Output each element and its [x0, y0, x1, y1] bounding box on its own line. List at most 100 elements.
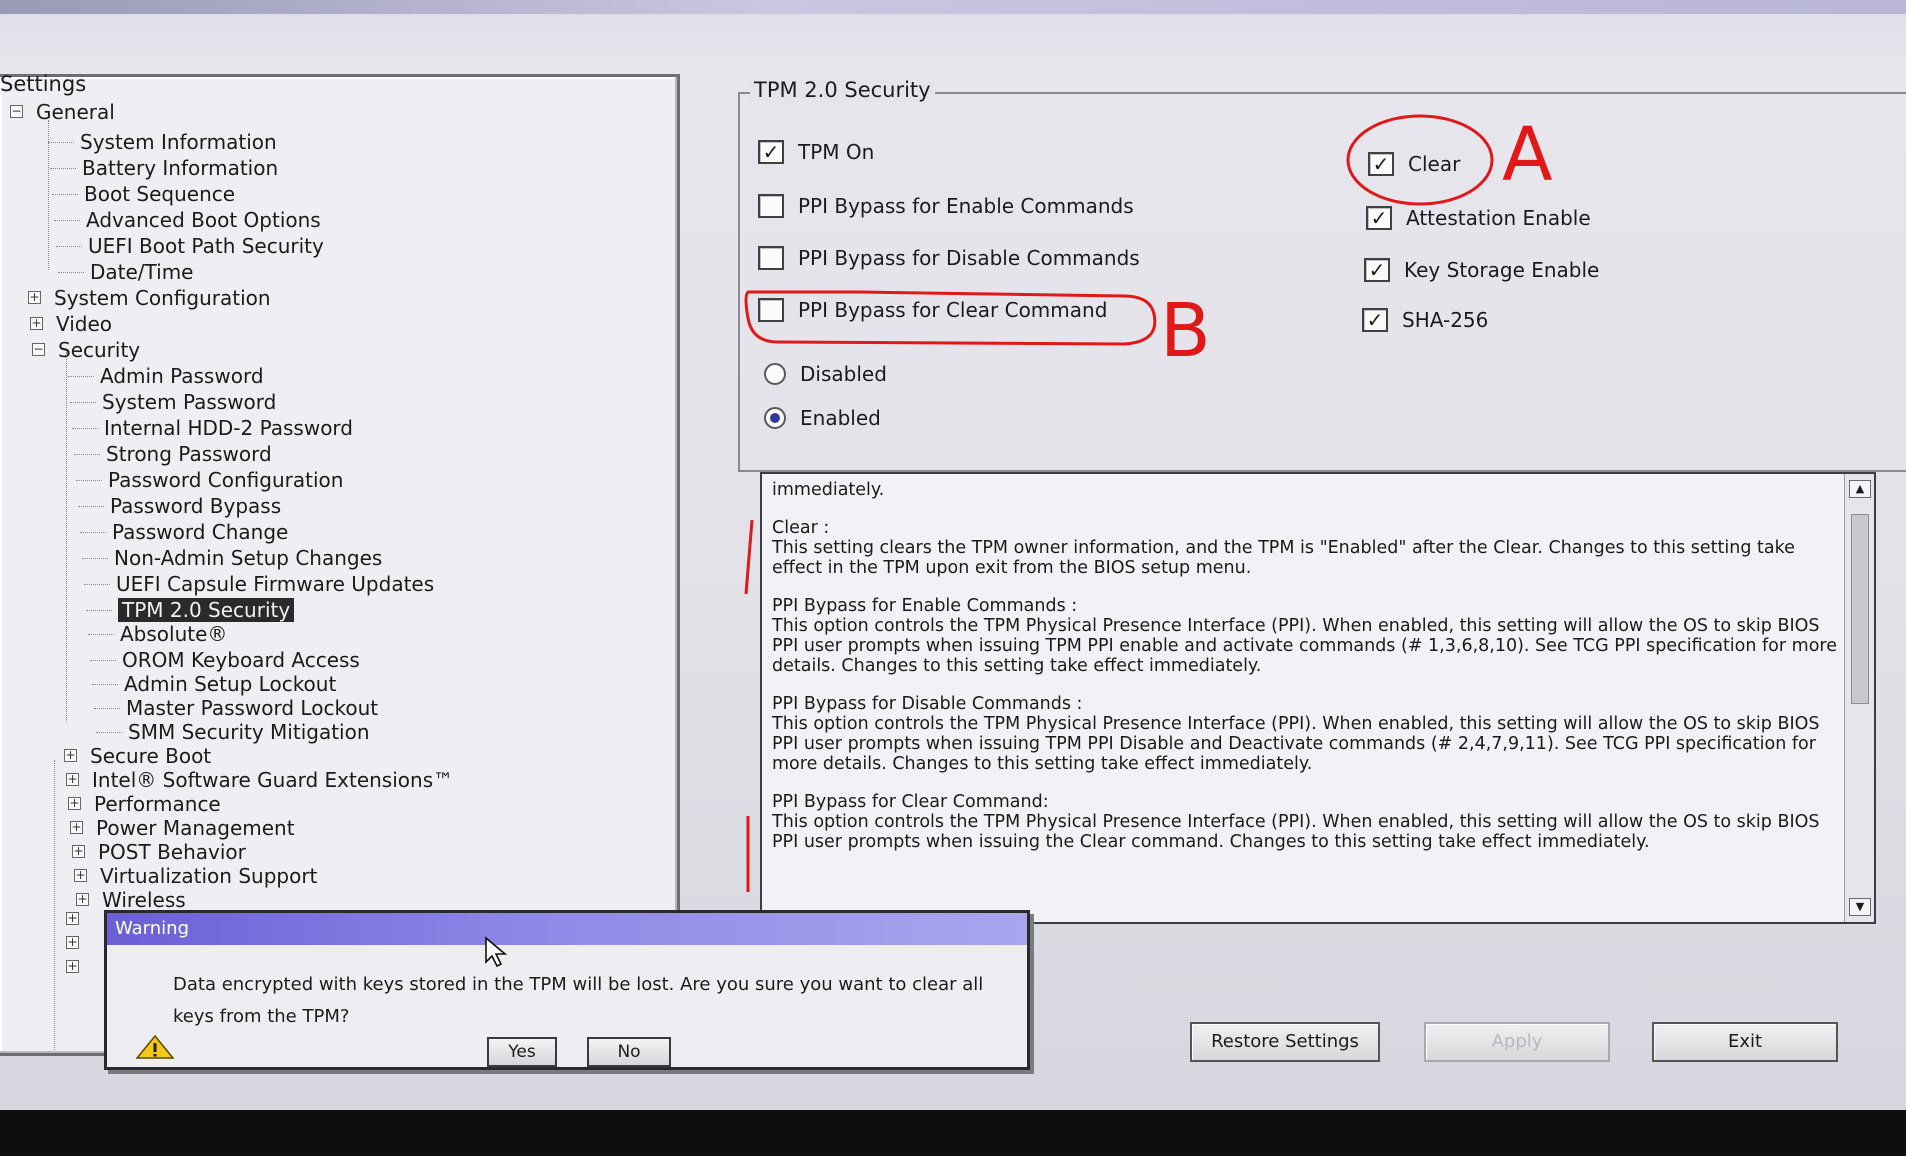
sha256-checkbox-row[interactable]: ✓ SHA-256	[1362, 308, 1488, 332]
tree-connector	[80, 532, 106, 533]
tree-expander-icon[interactable]: −	[32, 343, 45, 356]
tree-expander-icon[interactable]: +	[66, 960, 79, 973]
apply-button[interactable]: Apply	[1424, 1022, 1610, 1062]
tree-connector	[68, 376, 94, 377]
tree-guide	[66, 352, 67, 722]
radio-disabled[interactable]	[764, 363, 786, 385]
help-clearcmd-text: This option controls the TPM Physical Pr…	[772, 812, 1820, 852]
help-text-content: immediately. Clear : This setting clears…	[772, 480, 1842, 870]
tree-item[interactable]: UEFI Capsule Firmware Updates	[116, 572, 434, 596]
tree-expander-icon[interactable]: +	[28, 291, 41, 304]
tree-expander-icon[interactable]: +	[66, 936, 79, 949]
tree-connector	[72, 428, 98, 429]
tpm-security-groupbox	[738, 92, 1906, 472]
tree-item[interactable]: Security	[58, 338, 140, 362]
tpm-on-checkbox[interactable]: ✓	[758, 140, 784, 164]
attestation-checkbox[interactable]: ✓	[1366, 206, 1392, 230]
tree-item[interactable]: Password Bypass	[110, 494, 281, 518]
ppi-enable-checkbox[interactable]	[758, 194, 784, 218]
tree-item[interactable]: SMM Security Mitigation	[128, 720, 370, 744]
tree-expander-icon[interactable]: −	[10, 105, 23, 118]
tree-item[interactable]: Master Password Lockout	[126, 696, 378, 720]
tree-connector	[70, 402, 96, 403]
sha256-label: SHA-256	[1402, 308, 1489, 332]
tree-item[interactable]: Intel® Software Guard Extensions™	[92, 768, 453, 792]
tree-item[interactable]: Internal HDD-2 Password	[104, 416, 353, 440]
scroll-up-icon[interactable]: ▲	[1849, 480, 1871, 498]
exit-button[interactable]: Exit	[1652, 1022, 1838, 1062]
tree-connector	[50, 168, 76, 169]
annotation-label-b: B	[1160, 288, 1211, 374]
help-enable-text: This option controls the TPM Physical Pr…	[772, 616, 1837, 676]
annotation-label-a: A	[1502, 112, 1553, 198]
no-button[interactable]: No	[587, 1037, 671, 1067]
tree-item[interactable]: Date/Time	[90, 260, 194, 284]
tree-item[interactable]: Boot Sequence	[84, 182, 235, 206]
tree-expander-icon[interactable]: +	[76, 893, 89, 906]
tree-item[interactable]: Wireless	[102, 888, 186, 912]
tree-item[interactable]: System Configuration	[54, 286, 271, 310]
tree-item[interactable]: Password Configuration	[108, 468, 343, 492]
clear-label: Clear	[1408, 152, 1461, 176]
tree-connector	[88, 634, 114, 635]
tree-expander-icon[interactable]: +	[70, 821, 83, 834]
tpm-on-label: TPM On	[798, 140, 875, 164]
key-storage-checkbox-row[interactable]: ✓ Key Storage Enable	[1364, 258, 1599, 282]
radio-enabled[interactable]	[764, 407, 786, 429]
tree-item[interactable]: Admin Setup Lockout	[124, 672, 336, 696]
scroll-thumb[interactable]	[1851, 514, 1869, 704]
help-text-box[interactable]: immediately. Clear : This setting clears…	[760, 472, 1876, 924]
warning-dialog: Warning Data encrypted with keys stored …	[104, 910, 1030, 1070]
monitor-bezel	[0, 1110, 1906, 1156]
tree-connector	[82, 558, 108, 559]
ppi-disable-checkbox[interactable]	[758, 246, 784, 270]
tree-expander-icon[interactable]: +	[68, 797, 81, 810]
tree-item[interactable]: Advanced Boot Options	[86, 208, 321, 232]
tree-expander-icon[interactable]: +	[72, 845, 85, 858]
tree-connector	[92, 684, 118, 685]
clear-checkbox-row[interactable]: ✓ Clear	[1368, 152, 1460, 176]
tree-expander-icon[interactable]: +	[66, 912, 79, 925]
ppi-clear-checkbox[interactable]	[758, 298, 784, 322]
tree-item[interactable]: Non-Admin Setup Changes	[114, 546, 382, 570]
tree-item[interactable]: Password Change	[112, 520, 288, 544]
restore-settings-button[interactable]: Restore Settings	[1190, 1022, 1380, 1062]
tree-connector	[78, 506, 104, 507]
tree-item[interactable]: Video	[56, 312, 112, 336]
yes-button[interactable]: Yes	[487, 1037, 557, 1067]
tree-expander-icon[interactable]: +	[64, 749, 77, 762]
radio-enabled-row[interactable]: Enabled	[764, 406, 881, 430]
tree-item[interactable]: Absolute®	[120, 622, 227, 646]
help-scrollbar[interactable]: ▲ ▼	[1844, 474, 1874, 922]
tpm-on-checkbox-row[interactable]: ✓ TPM On	[758, 140, 874, 164]
clear-checkbox[interactable]: ✓	[1368, 152, 1394, 176]
tree-item[interactable]: Performance	[94, 792, 221, 816]
tree-item[interactable]: Secure Boot	[90, 744, 211, 768]
scroll-down-icon[interactable]: ▼	[1849, 898, 1871, 916]
key-storage-checkbox[interactable]: ✓	[1364, 258, 1390, 282]
ppi-enable-checkbox-row[interactable]: PPI Bypass for Enable Commands	[758, 194, 1134, 218]
tree-item[interactable]: TPM 2.0 Security	[118, 598, 295, 622]
tree-item[interactable]: UEFI Boot Path Security	[88, 234, 324, 258]
tree-expander-icon[interactable]: +	[30, 317, 43, 330]
dialog-message: Data encrypted with keys stored in the T…	[173, 974, 984, 1027]
tree-item[interactable]: System Information	[80, 130, 277, 154]
tree-item[interactable]: OROM Keyboard Access	[122, 648, 360, 672]
tree-expander-icon[interactable]: +	[74, 869, 87, 882]
tree-item[interactable]: POST Behavior	[98, 840, 246, 864]
ppi-clear-checkbox-row[interactable]: PPI Bypass for Clear Command	[758, 298, 1107, 322]
radio-disabled-row[interactable]: Disabled	[764, 362, 887, 386]
radio-disabled-label: Disabled	[800, 362, 887, 386]
tree-item[interactable]: System Password	[102, 390, 276, 414]
tree-connector	[74, 454, 100, 455]
tree-expander-icon[interactable]: +	[66, 773, 79, 786]
help-enable-title: PPI Bypass for Enable Commands :	[772, 596, 1078, 616]
tree-item[interactable]: Battery Information	[82, 156, 278, 180]
tree-item[interactable]: Admin Password	[100, 364, 264, 388]
sha256-checkbox[interactable]: ✓	[1362, 308, 1388, 332]
tree-item[interactable]: Power Management	[96, 816, 295, 840]
attestation-checkbox-row[interactable]: ✓ Attestation Enable	[1366, 206, 1591, 230]
tree-item[interactable]: Strong Password	[106, 442, 272, 466]
tree-item[interactable]: Virtualization Support	[100, 864, 317, 888]
ppi-disable-checkbox-row[interactable]: PPI Bypass for Disable Commands	[758, 246, 1140, 270]
